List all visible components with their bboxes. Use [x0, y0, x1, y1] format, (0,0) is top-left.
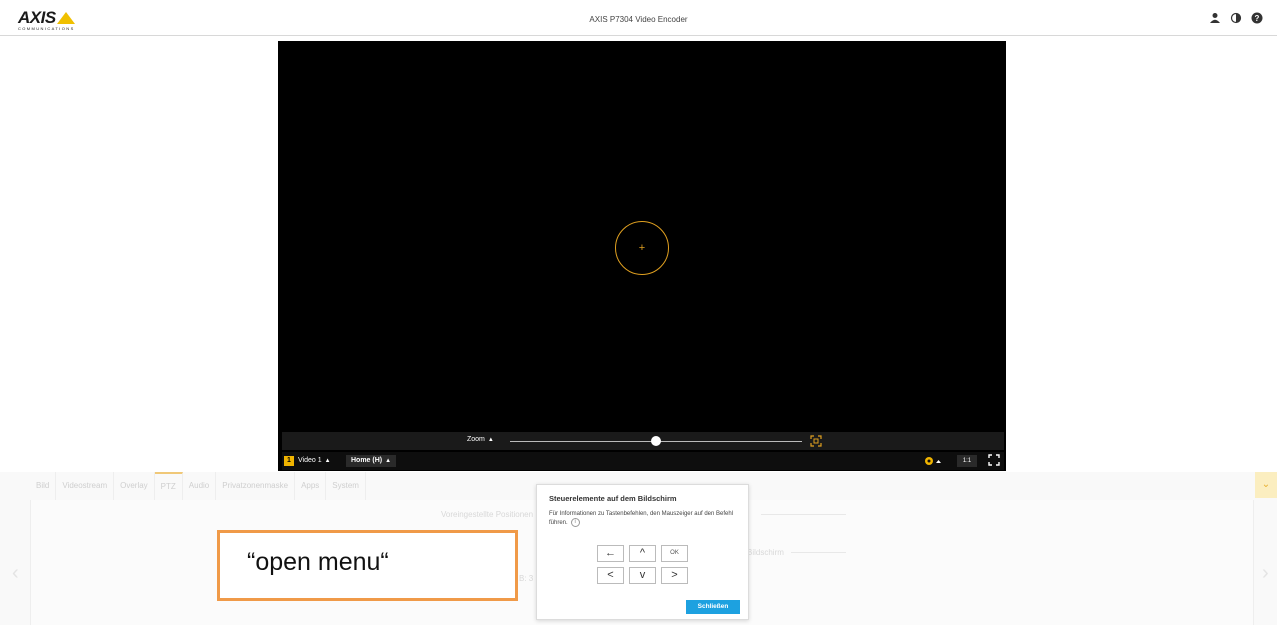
contrast-icon[interactable] — [1230, 12, 1242, 24]
chevron-down-icon: ⌄ — [1261, 479, 1271, 490]
caret-up-icon: ▲ — [385, 458, 392, 464]
divider — [761, 514, 846, 515]
video-control-bar: 1 Video 1 ▲ Home (H) ▲ 1:1 — [282, 452, 1004, 470]
left-key-button[interactable]: < — [597, 567, 624, 584]
page-title: AXIS P7304 Video Encoder — [589, 15, 688, 24]
back-key-button[interactable]: ← — [597, 545, 624, 562]
previous-arrow-icon[interactable]: ‹ — [12, 562, 19, 585]
partial-text: B: 3 — [519, 574, 534, 583]
tab-audio[interactable]: Audio — [183, 472, 217, 500]
right-key-button[interactable]: > — [661, 567, 688, 584]
onscreen-heading: Bildschirm — [747, 548, 784, 557]
svg-text:?: ? — [1255, 14, 1260, 23]
settings-tabs: Bild Videostream Overlay PTZ Audio Privatzone… — [30, 472, 366, 500]
tab-videostream[interactable]: Videostream — [56, 472, 115, 500]
header-icons: ? — [1209, 12, 1263, 24]
up-key-button[interactable]: ^ — [629, 545, 656, 562]
zoom-label: Zoom — [467, 436, 485, 443]
info-icon[interactable]: i — [570, 518, 580, 527]
tab-ptz[interactable]: PTZ — [154, 472, 183, 500]
close-button[interactable]: Schließen — [686, 600, 740, 614]
presets-heading: Voreingestellte Positionen — [441, 510, 534, 519]
zoom-bar: Zoom ▲ — [282, 432, 1004, 450]
tab-system[interactable]: System — [326, 472, 366, 500]
collapse-panel-button[interactable]: ⌄ — [1255, 472, 1277, 498]
app-root: AXIS COMMUNICATIONS AXIS P7304 Video Enc… — [0, 0, 1277, 625]
video-number-badge: 1 — [284, 456, 294, 466]
fullscreen-icon[interactable] — [988, 454, 1000, 466]
tab-privatzonenmaske[interactable]: Privatzonenmaske — [216, 472, 296, 500]
popup-title: Steuerelemente auf dem Bildschirm — [549, 494, 677, 503]
tab-overlay[interactable]: Overlay — [114, 472, 155, 500]
aspect-ratio-button[interactable]: 1:1 — [957, 455, 977, 467]
help-icon[interactable]: ? — [1251, 12, 1263, 24]
video-viewport[interactable]: + Zoom ▲ 1 Video 1 ▲ Home (H) ▲ 1:1 — [278, 41, 1006, 471]
caret-up-icon: ▲ — [487, 437, 494, 443]
tab-apps[interactable]: Apps — [295, 472, 327, 500]
video-source-label: Video 1 — [298, 457, 322, 464]
zoom-slider-thumb[interactable] — [651, 436, 661, 446]
video-source-button[interactable]: 1 Video 1 ▲ — [284, 455, 331, 467]
ok-key-button[interactable]: OK — [661, 545, 688, 562]
ptz-settings-icon[interactable] — [923, 455, 943, 467]
user-icon[interactable] — [1209, 12, 1221, 24]
annotation-text: “open menu“ — [247, 548, 389, 576]
caret-up-icon: ▲ — [324, 458, 331, 464]
next-arrow-icon[interactable]: › — [1262, 562, 1269, 585]
down-key-button[interactable]: v — [629, 567, 656, 584]
plus-icon: + — [638, 242, 646, 254]
logo-subtitle: COMMUNICATIONS — [18, 26, 75, 31]
ptz-crosshair[interactable]: + — [615, 221, 669, 275]
onscreen-controls-popup: Steuerelemente auf dem Bildschirm Für In… — [536, 484, 749, 620]
popup-description: Für Informationen zu Tastenbefehlen, den… — [549, 510, 744, 527]
top-header: AXIS COMMUNICATIONS AXIS P7304 Video Enc… — [0, 0, 1277, 36]
autofocus-icon[interactable] — [810, 435, 822, 447]
tab-bild[interactable]: Bild — [30, 472, 57, 500]
zoom-menu-button[interactable]: Zoom ▲ — [467, 436, 494, 443]
preset-label: Home (H) — [351, 457, 383, 464]
divider — [791, 552, 846, 553]
annotation-box: “open menu“ — [217, 530, 518, 601]
preset-position-button[interactable]: Home (H) ▲ — [346, 455, 397, 467]
